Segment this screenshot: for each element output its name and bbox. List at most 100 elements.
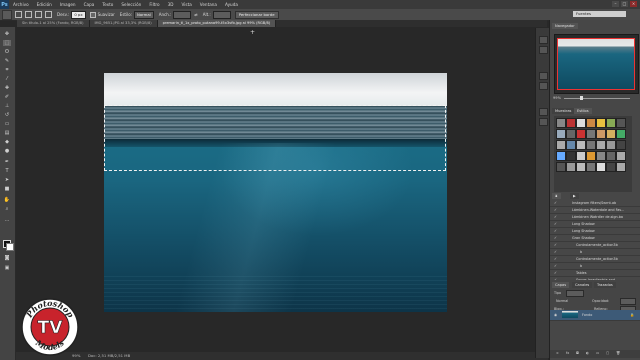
style-swatch[interactable]: [596, 118, 606, 128]
layer-style-icon[interactable]: fx: [566, 351, 569, 355]
style-select[interactable]: Normal: [134, 10, 154, 19]
style-swatch[interactable]: [586, 162, 596, 172]
edit-toolbar-icon[interactable]: …: [3, 217, 11, 223]
kind-filter-select[interactable]: [566, 290, 584, 297]
zoom-tool-icon[interactable]: ⌕: [3, 206, 11, 212]
style-swatch[interactable]: [586, 118, 596, 128]
style-swatch[interactable]: [566, 162, 576, 172]
layer-row[interactable]: ✓ Instagram filters/Swrnt.ab: [550, 200, 640, 207]
history-panel-icon[interactable]: [539, 36, 548, 44]
eraser-tool-icon[interactable]: ▭: [3, 121, 11, 127]
eyedropper-tool-icon[interactable]: ⁄: [3, 76, 11, 82]
crop-tool-icon[interactable]: ⌗: [3, 67, 11, 73]
dodge-tool-icon[interactable]: ●: [3, 148, 11, 154]
style-swatch[interactable]: [606, 151, 616, 161]
visibility-icon[interactable]: ✓: [554, 215, 557, 219]
add-selection-icon[interactable]: [25, 11, 32, 18]
background-color-swatch[interactable]: [6, 243, 14, 251]
intersect-selection-icon[interactable]: [45, 11, 52, 18]
delete-layer-icon[interactable]: 🗑: [616, 351, 620, 355]
layer-row[interactable]: ✓ b: [550, 263, 640, 270]
style-swatch[interactable]: [556, 140, 566, 150]
height-input[interactable]: [212, 10, 231, 19]
menu-capa[interactable]: Capa: [80, 2, 99, 7]
navigator-preview[interactable]: [554, 34, 639, 94]
menu-3d[interactable]: 3D: [164, 2, 178, 7]
style-swatch[interactable]: [576, 129, 586, 139]
adjustment-layer-icon[interactable]: ◐: [586, 351, 589, 355]
subtract-selection-icon[interactable]: [35, 11, 42, 18]
opacity-input[interactable]: [620, 298, 636, 305]
style-swatch[interactable]: [556, 118, 566, 128]
style-swatch[interactable]: [566, 151, 576, 161]
swap-icon[interactable]: ⇄: [194, 12, 197, 17]
navigator-zoom-slider[interactable]: [564, 98, 630, 99]
healing-brush-tool-icon[interactable]: ✚: [3, 85, 11, 91]
style-swatch[interactable]: [616, 118, 626, 128]
style-swatch[interactable]: [586, 140, 596, 150]
clone-stamp-tool-icon[interactable]: ⊥: [3, 103, 11, 109]
brush-tool-icon[interactable]: ✐: [3, 94, 11, 100]
style-swatch[interactable]: [566, 129, 576, 139]
style-swatch[interactable]: [616, 140, 626, 150]
style-swatch[interactable]: [576, 151, 586, 161]
layer-row[interactable]: ✓ Lámbinen-Waterdale and Fas...: [550, 207, 640, 214]
layer-row[interactable]: ✓ Controlamente_action3b: [550, 242, 640, 249]
screen-mode-icon[interactable]: ▣: [3, 265, 11, 271]
menu-texto[interactable]: Texto: [98, 2, 117, 7]
visibility-icon[interactable]: ✓: [554, 250, 557, 254]
menu-vista[interactable]: Vista: [177, 2, 195, 7]
menu-archivo[interactable]: Archivo: [9, 2, 33, 7]
style-swatch[interactable]: [576, 118, 586, 128]
tab-actions[interactable]: ▶: [570, 193, 579, 199]
navigator-zoom-thumb[interactable]: [580, 96, 583, 100]
tab-document-2[interactable]: IMG_9651.JPG al 33,3% (RGB/8): [89, 20, 158, 27]
style-swatch[interactable]: [596, 162, 606, 172]
lasso-tool-icon[interactable]: ʘ: [3, 49, 11, 55]
new-selection-icon[interactable]: [15, 11, 22, 18]
style-swatch[interactable]: [606, 162, 616, 172]
tab-channels[interactable]: Canales: [572, 282, 593, 288]
visibility-icon[interactable]: ✓: [554, 236, 557, 240]
style-swatch[interactable]: [556, 151, 566, 161]
blur-tool-icon[interactable]: ◆: [3, 139, 11, 145]
layer-row[interactable]: ✓ Lámbinen Watrdler de.sign.ba: [550, 214, 640, 221]
layer-row[interactable]: ✓ b: [550, 249, 640, 256]
path-selection-tool-icon[interactable]: ➤: [3, 177, 11, 183]
quick-select-tool-icon[interactable]: ✎: [3, 58, 11, 64]
tab-swatches[interactable]: Muestras: [552, 108, 575, 114]
layer-row[interactable]: ✓ Tables: [550, 270, 640, 277]
visibility-icon[interactable]: ✓: [554, 222, 557, 226]
style-swatch[interactable]: [606, 140, 616, 150]
tab-paths[interactable]: Trazados: [594, 282, 616, 288]
menu-ayuda[interactable]: Ayuda: [221, 2, 242, 7]
shape-tool-icon[interactable]: ■: [3, 186, 11, 192]
tab-document-1[interactable]: Sin título-1 al 25% (Fondo, RGB/8): [17, 20, 90, 27]
visibility-icon[interactable]: ✓: [554, 264, 557, 268]
new-layer-icon[interactable]: ▢: [606, 351, 609, 355]
paragraph-panel-icon[interactable]: [539, 108, 548, 116]
blend-mode-select[interactable]: Normal: [556, 299, 568, 303]
menu-seleccion[interactable]: Selección: [117, 2, 145, 7]
layer-row[interactable]: ✓ Long Shadow: [550, 221, 640, 228]
visibility-icon[interactable]: ✓: [554, 271, 557, 275]
visibility-icon[interactable]: ✓: [554, 257, 557, 261]
style-swatch[interactable]: [596, 129, 606, 139]
history-brush-tool-icon[interactable]: ↺: [3, 112, 11, 118]
style-swatch[interactable]: [576, 162, 586, 172]
image-canvas[interactable]: [104, 73, 447, 312]
marquee-selection[interactable]: [104, 105, 446, 171]
style-swatch[interactable]: [616, 129, 626, 139]
type-tool-icon[interactable]: T: [3, 168, 11, 174]
pen-tool-icon[interactable]: ✒: [3, 159, 11, 165]
style-swatch[interactable]: [606, 129, 616, 139]
layer-row[interactable]: ✓ Gran Shadow: [550, 235, 640, 242]
style-swatch[interactable]: [586, 151, 596, 161]
menu-edicion[interactable]: Edición: [33, 2, 56, 7]
layer-row-background[interactable]: ◉ Fondo 🔒: [550, 310, 640, 321]
visibility-icon[interactable]: ✓: [554, 229, 557, 233]
marquee-tool-icon[interactable]: ⬚: [3, 40, 11, 46]
character-panel-icon[interactable]: [539, 118, 548, 126]
smooth-checkbox[interactable]: [89, 11, 96, 18]
layer-row[interactable]: ✓ Long Shadow: [550, 228, 640, 235]
